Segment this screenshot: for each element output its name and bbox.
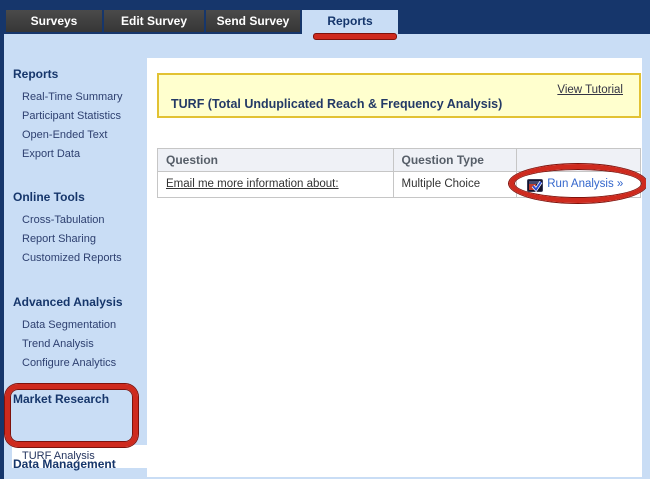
sidebar-item-report-sharing[interactable]: Report Sharing: [0, 230, 147, 249]
sidebar-item-real-time-summary[interactable]: Real-Time Summary: [0, 88, 147, 107]
sidebar-item-open-ended-text[interactable]: Open-Ended Text: [0, 126, 147, 145]
sidebar-item-participant-statistics[interactable]: Participant Statistics: [0, 107, 147, 126]
page-right-margin: [646, 34, 650, 479]
content-panel: TURF (Total Unduplicated Reach & Frequen…: [147, 58, 642, 477]
sidebar-item-data-segmentation[interactable]: Data Segmentation: [0, 316, 147, 335]
annotation-run-analysis-circle: [509, 164, 647, 203]
page-bottom-margin: [0, 479, 650, 484]
annotation-reports-tab-underline: [313, 33, 397, 40]
sidebar-item-configure-analytics[interactable]: Configure Analytics: [0, 354, 147, 373]
sidebar-section-data-management: Data Management: [0, 456, 147, 472]
app-window: Surveys Edit Survey Send Survey Reports …: [0, 0, 650, 484]
sidebar-section-online-tools: Online Tools Cross-Tabulation Report Sha…: [0, 189, 147, 268]
sidebar-item-trend-analysis[interactable]: Trend Analysis: [0, 335, 147, 354]
tab-reports[interactable]: Reports: [302, 10, 398, 34]
sidebar-item-export-data[interactable]: Export Data: [0, 145, 147, 164]
tab-send-survey[interactable]: Send Survey: [206, 10, 300, 32]
sidebar-section-title: Data Management: [0, 456, 147, 472]
question-cell: Email me more information about:: [158, 172, 394, 197]
sidebar-item-customized-reports[interactable]: Customized Reports: [0, 249, 147, 268]
column-header-question: Question: [158, 149, 394, 172]
view-tutorial-link[interactable]: View Tutorial: [557, 84, 623, 96]
question-link[interactable]: Email me more information about:: [166, 178, 339, 190]
tab-bar: Surveys Edit Survey Send Survey Reports: [0, 0, 650, 34]
sidebar-section-reports: Reports Real-Time Summary Participant St…: [0, 66, 147, 164]
column-header-question-type: Question Type: [394, 149, 518, 172]
sidebar-section-title: Online Tools: [0, 189, 147, 205]
tab-edit-survey[interactable]: Edit Survey: [104, 10, 204, 32]
page-title: TURF (Total Unduplicated Reach & Frequen…: [171, 97, 502, 111]
question-type-cell: Multiple Choice: [394, 172, 518, 197]
annotation-market-research-box: [5, 384, 138, 447]
sidebar-section-title: Advanced Analysis: [0, 294, 147, 310]
sidebar-section-advanced-analysis: Advanced Analysis Data Segmentation Tren…: [0, 294, 147, 373]
turf-banner: TURF (Total Unduplicated Reach & Frequen…: [157, 73, 641, 118]
sidebar-section-title: Reports: [0, 66, 147, 82]
sidebar-item-cross-tabulation[interactable]: Cross-Tabulation: [0, 211, 147, 230]
tab-surveys[interactable]: Surveys: [6, 10, 102, 32]
